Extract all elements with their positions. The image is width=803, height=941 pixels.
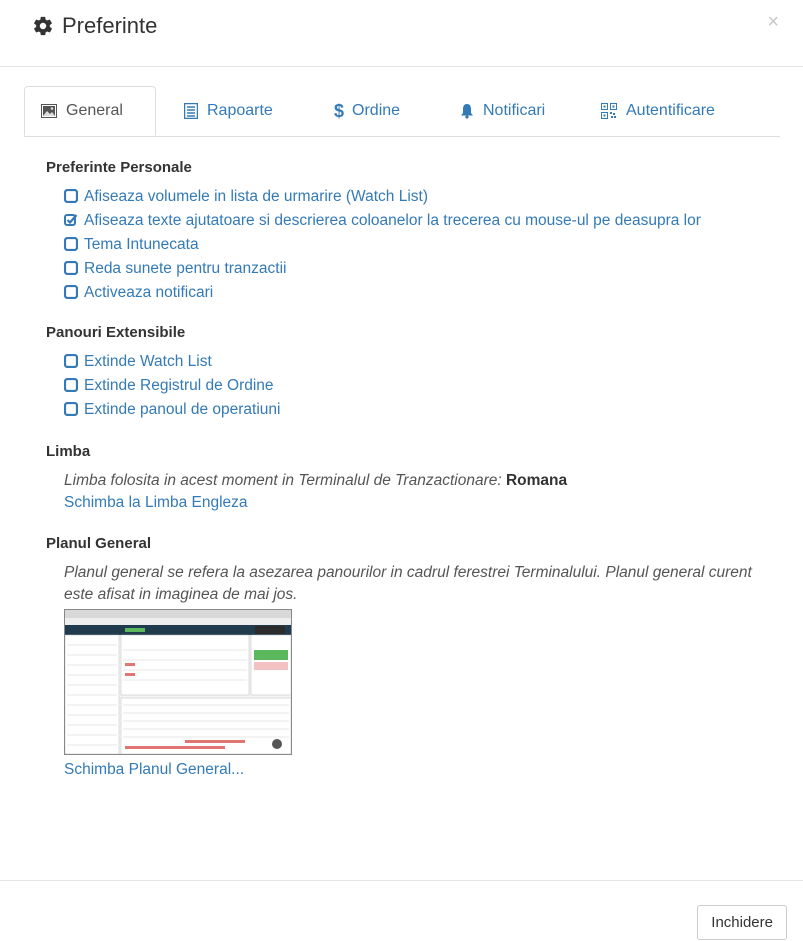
qrcode-icon: [601, 103, 617, 119]
language-text: Limba folosita in acest moment in Termin…: [64, 472, 502, 489]
option-label: Extinde Registrul de Ordine: [84, 377, 274, 394]
option-label: Afiseaza volumele in lista de urmarire (…: [84, 188, 428, 205]
bell-icon: [461, 104, 473, 119]
layout-screenshot-thumbnail: [65, 610, 291, 754]
checkbox-expand-watchlist[interactable]: Extinde Watch List: [46, 351, 766, 372]
unchecked-box-icon: [64, 237, 78, 251]
tab-label: Autentificare: [626, 102, 715, 119]
dollar-icon: $: [334, 100, 345, 121]
unchecked-box-icon: [64, 354, 78, 368]
unchecked-box-icon: [64, 261, 78, 275]
checkbox-show-volumes[interactable]: Afiseaza volumele in lista de urmarire (…: [46, 186, 766, 207]
checkbox-dark-theme[interactable]: Tema Intunecata: [46, 234, 766, 255]
report-icon: [184, 103, 198, 119]
section-title-panels: Panouri Extensibile: [46, 324, 186, 341]
modal-title: Preferinte: [32, 13, 157, 39]
modal-footer: Inchidere: [0, 880, 803, 940]
modal-title-text: Preferinte: [62, 13, 158, 38]
layout-preview-image: [64, 609, 292, 755]
checked-box-icon: [64, 214, 78, 226]
unchecked-box-icon: [64, 402, 78, 416]
option-label: Extinde panoul de operatiuni: [84, 401, 281, 418]
checkbox-play-sounds[interactable]: Reda sunete pentru tranzactii: [46, 258, 766, 279]
tab-notificari[interactable]: Notificari: [460, 86, 545, 136]
modal-header: Preferinte ×: [0, 0, 803, 67]
section-title-layout: Planul General: [46, 535, 152, 552]
image-icon: [41, 104, 57, 118]
tab-label: Rapoarte: [207, 102, 273, 119]
change-layout-link[interactable]: Schimba Planul General...: [46, 759, 766, 781]
tab-rapoarte[interactable]: Rapoarte: [184, 86, 273, 136]
tab-label: Notificari: [483, 102, 546, 119]
tab-label: Ordine: [352, 102, 401, 119]
close-button[interactable]: Inchidere: [697, 905, 787, 940]
tab-ordine[interactable]: $ Ordine: [334, 86, 400, 136]
checkbox-show-tooltips[interactable]: Afiseaza texte ajutatoare si descrierea …: [46, 210, 766, 231]
checkbox-expand-order-book[interactable]: Extinde Registrul de Ordine: [46, 375, 766, 396]
preferences-modal: Preferinte × General Rapoarte $ Ordine N…: [0, 0, 803, 941]
tab-content-general: Preferinte Personale Afiseaza volumele i…: [46, 158, 766, 781]
close-icon[interactable]: ×: [767, 11, 779, 34]
checkbox-expand-operations[interactable]: Extinde panoul de operatiuni: [46, 399, 766, 420]
option-label: Extinde Watch List: [84, 353, 212, 370]
option-label: Afiseaza texte ajutatoare si descrierea …: [84, 212, 701, 229]
option-label: Activeaza notificari: [84, 284, 214, 301]
option-label: Reda sunete pentru tranzactii: [84, 260, 287, 277]
tab-autentificare[interactable]: Autentificare: [601, 86, 715, 136]
current-language: Romana: [505, 472, 568, 489]
option-label: Tema Intunecata: [84, 236, 199, 253]
unchecked-box-icon: [64, 189, 78, 203]
tab-bar: General Rapoarte $ Ordine Notificari Aut…: [24, 86, 780, 137]
tab-general[interactable]: General: [24, 86, 156, 136]
checkbox-enable-notifications[interactable]: Activeaza notificari: [46, 282, 766, 303]
unchecked-box-icon: [64, 378, 78, 392]
language-description: Limba folosita in acest moment in Termin…: [46, 470, 766, 492]
gear-icon: [34, 16, 52, 36]
unchecked-box-icon: [64, 285, 78, 299]
section-title-language: Limba: [46, 443, 91, 460]
section-title-personal: Preferinte Personale: [46, 159, 192, 176]
tab-label: General: [66, 102, 123, 119]
layout-description: Planul general se refera la asezarea pan…: [64, 564, 752, 603]
switch-language-link[interactable]: Schimba la Limba Engleza: [46, 492, 766, 514]
